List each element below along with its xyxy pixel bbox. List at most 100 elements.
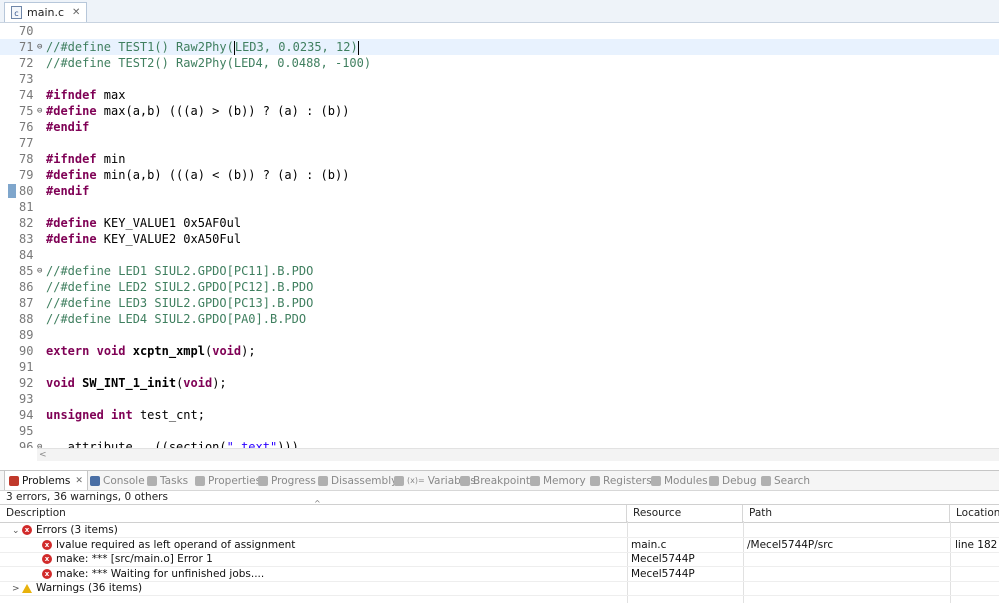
code-line[interactable]: 82 #define KEY_VALUE1 0x5AF0ul [0, 215, 999, 231]
code-line[interactable]: 76 #endif [0, 119, 999, 135]
editor-tab-bar: c main.c ✕ [0, 0, 999, 23]
panel-tab-memory[interactable]: Memory [530, 471, 586, 490]
code-token: void [46, 376, 75, 390]
column-header-location[interactable]: Location [950, 505, 999, 522]
panel-tab-disassembly[interactable]: Disassembly [318, 471, 397, 490]
code-text: extern void xcptn_xmpl(void); [46, 343, 256, 359]
code-line[interactable]: 77 [0, 135, 999, 151]
code-text: #ifndef max [46, 87, 125, 103]
close-icon[interactable]: ✕ [75, 476, 83, 486]
code-line[interactable]: 84 [0, 247, 999, 263]
panel-tab-progress[interactable]: Progress [258, 471, 316, 490]
panel-tab-label: Registers [603, 474, 652, 487]
panel-tab-breakpoints[interactable]: Breakpoints [460, 471, 536, 490]
chevron-down-icon[interactable]: ⌄ [12, 524, 22, 538]
code-line[interactable]: 72 //#define TEST2() Raw2Phy(LED4, 0.0488… [0, 55, 999, 71]
fold-toggle-icon[interactable]: ⊖ [37, 103, 45, 119]
problem-description-text: Warnings (36 items) [36, 582, 143, 594]
code-line[interactable]: 86 //#define LED2 SIUL2.GPDO[PC12].B.PDO [0, 279, 999, 295]
code-line[interactable]: 73 [0, 71, 999, 87]
code-token: __attribute__ ((section( [46, 440, 227, 448]
panel-tab-modules[interactable]: Modules [651, 471, 708, 490]
code-line[interactable]: 78 #ifndef min [0, 151, 999, 167]
close-icon[interactable]: ✕ [72, 7, 80, 18]
line-number: 72 [19, 56, 34, 70]
panel-tab-registers[interactable]: Registers [590, 471, 652, 490]
code-token: #define [46, 104, 97, 118]
problem-group-row[interactable]: > Warnings (36 items) [0, 581, 999, 596]
panel-tab-console[interactable]: Console [90, 471, 145, 490]
fold-toggle-icon[interactable]: ⊖ [37, 263, 45, 279]
problems-table: Description ^ Resource Path Location ⌄ x E… [0, 499, 999, 603]
code-line[interactable]: 90 extern void xcptn_xmpl(void); [0, 343, 999, 359]
editor-tab-main-c[interactable]: c main.c ✕ [4, 2, 88, 22]
code-token: //#define LED1 SIUL2.GPDO[PC11].B.PDO [46, 264, 314, 278]
sort-indicator-icon: ^ [314, 499, 321, 508]
code-token: SW_INT_1_init [82, 376, 177, 390]
code-line[interactable]: 80 #endif [0, 183, 999, 199]
panel-tab-search[interactable]: Search [761, 471, 810, 490]
problem-group-row[interactable]: ⌄ x Errors (3 items) [0, 523, 999, 538]
tasks-icon [147, 475, 157, 486]
code-line[interactable]: 79 #define min(a,b) (((a) < (b)) ? (a) : … [0, 167, 999, 183]
code-token: xcptn_xmpl [132, 344, 205, 358]
properties-icon [195, 475, 205, 486]
code-line[interactable]: 74 #ifndef max [0, 87, 999, 103]
code-line[interactable]: 71 ⊖//#define TEST1() Raw2Phy(LED3, 0.023… [0, 39, 999, 55]
panel-tab-properties[interactable]: Properties [195, 471, 261, 490]
line-number: 95 [19, 424, 34, 438]
column-header-resource[interactable]: Resource [627, 505, 743, 522]
error-icon: x [22, 525, 32, 535]
code-line[interactable]: 70 [0, 23, 999, 39]
panel-tab-label: Memory [543, 474, 586, 487]
code-text: #define min(a,b) (((a) < (b)) ? (a) : (b… [46, 167, 349, 183]
code-line[interactable]: 96 ⊖ __attribute__ ((section(".text"))) [0, 439, 999, 448]
code-line[interactable]: 94 unsigned int test_cnt; [0, 407, 999, 423]
code-token: //#define TEST1() Raw2Phy( [46, 40, 234, 54]
code-text: #endif [46, 183, 89, 199]
problem-row[interactable]: x make: *** Waiting for unfinished jobs..… [0, 567, 999, 582]
column-header-path[interactable]: Path [743, 505, 950, 522]
text-caret [357, 40, 359, 55]
scroll-left-icon[interactable]: < [39, 449, 47, 461]
problem-row[interactable]: x lvalue required as left operand of assi… [0, 538, 999, 553]
code-line[interactable]: 88 //#define LED4 SIUL2.GPDO[PA0].B.PDO [0, 311, 999, 327]
code-token: void [212, 344, 242, 358]
code-line[interactable]: 81 [0, 199, 999, 215]
code-line[interactable]: 92 void SW_INT_1_init(void); [0, 375, 999, 391]
line-number: 76 [19, 120, 34, 134]
code-line[interactable]: 89 [0, 327, 999, 343]
code-line[interactable]: 87 //#define LED3 SIUL2.GPDO[PC13].B.PDO [0, 295, 999, 311]
code-line[interactable]: 91 [0, 359, 999, 375]
line-number: 79 [19, 168, 34, 182]
panel-tab-problems[interactable]: Problems ✕ [4, 471, 88, 490]
fold-toggle-icon[interactable]: ⊖ [37, 439, 45, 448]
debug-icon [709, 475, 719, 486]
line-number: 91 [19, 360, 34, 374]
code-line[interactable]: 83 #define KEY_VALUE2 0xA50Ful [0, 231, 999, 247]
code-line[interactable]: 85 ⊖//#define LED1 SIUL2.GPDO[PC11].B.PDO [0, 263, 999, 279]
warning-icon [22, 583, 32, 593]
problem-description: x lvalue required as left operand of assi… [42, 538, 295, 552]
code-line[interactable]: 95 [0, 423, 999, 439]
code-line[interactable]: 93 [0, 391, 999, 407]
horizontal-scrollbar[interactable]: < [37, 448, 999, 461]
modules-icon [651, 475, 661, 486]
registers-icon [590, 475, 600, 486]
problem-row[interactable]: x make: *** [src/main.o] Error 1 Mecel5744… [0, 552, 999, 567]
code-token: KEY_VALUE2 0xA50Ful [96, 232, 242, 246]
line-number: 88 [19, 312, 34, 326]
error-icon: x [42, 554, 52, 564]
code-token: min(a,b) (((a) < (b)) ? (a) : (b)) [96, 168, 350, 182]
code-editor[interactable]: 70 71 ⊖//#define TEST1() Raw2Phy(LED3, 0.0… [0, 23, 999, 448]
panel-tab-tasks[interactable]: Tasks [147, 471, 188, 490]
code-text: void SW_INT_1_init(void); [46, 375, 227, 391]
panel-tab-debug[interactable]: Debug [709, 471, 757, 490]
code-token: #endif [46, 184, 90, 198]
chevron-right-icon[interactable]: > [12, 582, 22, 596]
line-number: 82 [19, 216, 34, 230]
code-line[interactable]: 75 ⊖ #define max(a,b) (((a) > (b)) ? (a) :… [0, 103, 999, 119]
code-text: //#define TEST1() Raw2Phy(LED3, 0.0235, … [46, 39, 359, 55]
fold-toggle-icon[interactable]: ⊖ [37, 39, 45, 55]
code-token: //#define LED2 SIUL2.GPDO[PC12].B.PDO [46, 280, 314, 294]
